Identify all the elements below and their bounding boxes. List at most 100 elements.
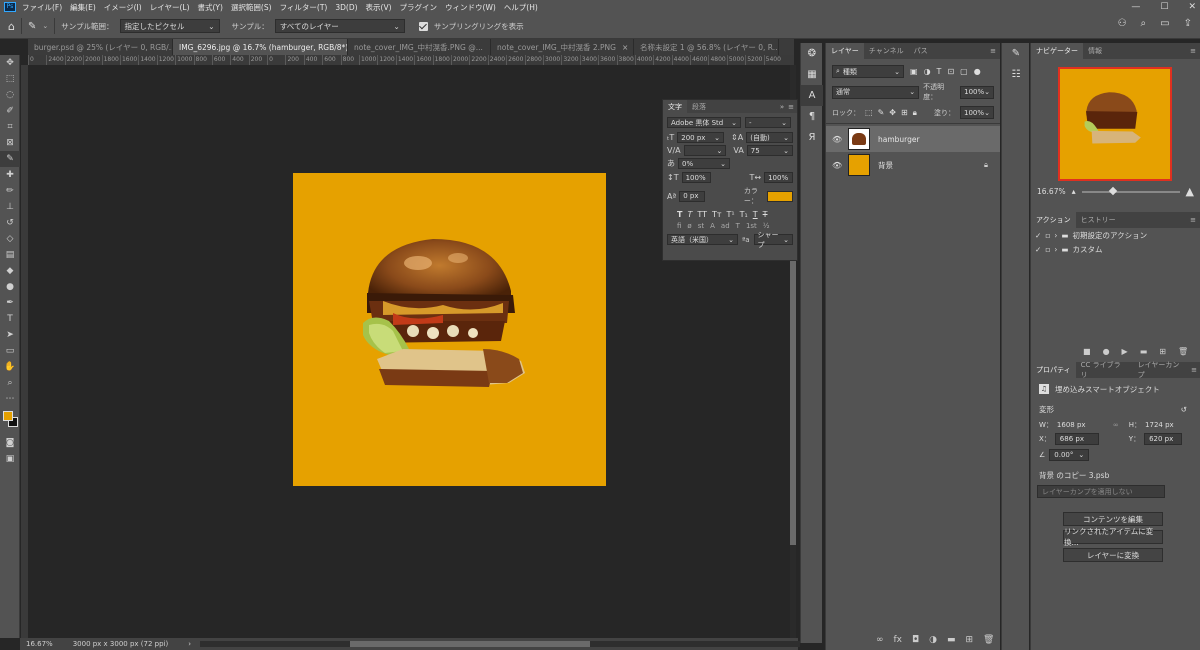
color-swatches[interactable] <box>0 407 19 435</box>
close-icon[interactable]: ✕ <box>1188 2 1196 12</box>
glyphs-icon[interactable]: Я <box>801 127 823 148</box>
slider-handle[interactable] <box>1108 186 1117 195</box>
visibility-eye-icon[interactable]: 👁︎ <box>832 161 842 170</box>
brush-settings-icon[interactable]: ✎ <box>1002 43 1030 64</box>
superscript-button[interactable]: T¹ <box>727 210 735 219</box>
tab-channels[interactable]: チャンネル <box>864 45 909 58</box>
fx-icon[interactable]: fx <box>894 635 903 645</box>
tab-character[interactable]: 文字 <box>663 100 687 113</box>
show-ring-checkbox[interactable] <box>418 21 428 31</box>
layer-comp-select[interactable]: レイヤーカンプを適用しない <box>1037 485 1165 498</box>
tab-paragraph[interactable]: 段落 <box>687 100 711 113</box>
pen-tool-icon[interactable]: ✒ <box>0 295 20 311</box>
path-select-tool-icon[interactable]: ➤ <box>0 327 20 343</box>
ligature-button[interactable]: fi <box>677 222 681 230</box>
eyedropper-tool-icon[interactable]: ✎ <box>0 151 20 167</box>
shape-tool-icon[interactable]: ▭ <box>0 343 20 359</box>
tab-info[interactable]: 情報 <box>1083 45 1107 58</box>
chevron-down-icon[interactable]: ⌄ <box>42 22 48 30</box>
stamp-tool-icon[interactable]: ⊥ <box>0 199 20 215</box>
angle-field[interactable]: 0.00° ⌄ <box>1049 449 1090 461</box>
doc-tab-3[interactable]: note_cover_IMG_中村滉香.PNG @...× <box>348 39 491 55</box>
width-value[interactable]: 1608 px <box>1057 421 1097 429</box>
play-icon[interactable]: ▶ <box>1122 347 1128 356</box>
sample-area-select[interactable]: 指定したピクセル ⌄ <box>119 19 220 33</box>
language-select[interactable]: 英語（米国） ⌄ <box>667 234 738 245</box>
menu-plugins[interactable]: プラグイン <box>400 2 438 13</box>
subscript-button[interactable]: T₁ <box>740 210 748 219</box>
grid-icon[interactable]: ▦ <box>801 64 823 85</box>
eyedropper-icon[interactable]: ✎ <box>28 21 36 32</box>
quick-mask-icon[interactable]: ◙ <box>0 435 20 451</box>
tab-actions[interactable]: アクション <box>1031 212 1076 228</box>
adjustment-layer-icon[interactable]: ◑ <box>929 635 937 645</box>
healing-tool-icon[interactable]: ✚ <box>0 167 20 183</box>
small-caps-button[interactable]: Tт <box>712 210 722 219</box>
document-canvas[interactable] <box>293 173 606 486</box>
tsume-field[interactable]: 0% ⌄ <box>678 158 730 169</box>
menu-help[interactable]: ヘルプ(H) <box>504 2 538 13</box>
tracking-field[interactable]: 75 ⌄ <box>746 145 793 156</box>
fill-field[interactable]: 100% ⌄ <box>960 106 994 119</box>
dialog-toggle-icon[interactable]: ▫ <box>1045 245 1050 254</box>
leading-field[interactable]: (自動) ⌄ <box>746 132 793 143</box>
dodge-tool-icon[interactable]: ● <box>0 279 20 295</box>
baseline-shift-field[interactable]: 0 px <box>679 190 705 202</box>
minimize-icon[interactable]: — <box>1131 2 1140 12</box>
text-color-swatch[interactable] <box>767 190 793 202</box>
font-size-field[interactable]: 200 px ⌄ <box>677 132 725 143</box>
eraser-tool-icon[interactable]: ◇ <box>0 231 20 247</box>
menu-layer[interactable]: レイヤー(L) <box>150 2 190 13</box>
zoom-in-icon[interactable]: ▲ <box>1186 185 1194 198</box>
crop-tool-icon[interactable]: ⌗ <box>0 119 20 135</box>
marquee-tool-icon[interactable]: ⬚ <box>0 71 20 87</box>
checkmark-icon[interactable]: ✓ <box>1035 231 1041 240</box>
tab-layers[interactable]: レイヤー <box>826 43 864 59</box>
menu-icon[interactable]: ≡ <box>1190 47 1196 55</box>
convert-to-layers-button[interactable]: レイヤーに変換 <box>1063 548 1163 562</box>
stop-icon[interactable]: ■ <box>1083 347 1091 356</box>
doc-tab-5[interactable]: 名称未設定 1 @ 56.8% (レイヤー 0, R...× <box>634 39 779 55</box>
lock-position-icon[interactable]: ✥ <box>889 108 896 117</box>
share-icon[interactable]: ⚇ <box>1118 18 1127 29</box>
trash-icon[interactable]: 🗑︎ <box>1178 347 1188 356</box>
doc-tab-4[interactable]: note_cover_IMG_中村滉香 2.PNG × <box>491 39 634 55</box>
add-mask-icon[interactable]: ◘ <box>912 635 919 645</box>
swash-button[interactable]: A <box>710 222 715 230</box>
convert-to-linked-button[interactable]: リンクされたアイテムに変換... <box>1063 527 1163 547</box>
horizontal-scale-field[interactable]: 100% <box>764 172 793 183</box>
tab-cc-libraries[interactable]: CC ライブラリ <box>1076 361 1133 379</box>
shape-filter-icon[interactable]: ⊡ <box>947 67 954 76</box>
menu-icon[interactable]: ≡ <box>990 47 996 55</box>
dialog-toggle-icon[interactable]: ▫ <box>1045 231 1050 240</box>
menu-3d[interactable]: 3D(D) <box>335 3 357 12</box>
menu-view[interactable]: 表示(V) <box>366 2 392 13</box>
layer-row-hamburger[interactable]: 👁︎ hamburger <box>826 126 1000 152</box>
faux-italic-button[interactable]: T <box>687 210 692 219</box>
menu-icon[interactable]: ≡ <box>1190 216 1196 224</box>
workspace-icon[interactable]: ▭ <box>1160 18 1169 29</box>
height-value[interactable]: 1724 px <box>1145 421 1174 429</box>
visibility-eye-icon[interactable]: 👁︎ <box>832 135 842 144</box>
trash-icon[interactable]: 🗑︎ <box>983 635 994 645</box>
adjustment-filter-icon[interactable]: ◑ <box>924 67 931 76</box>
menu-image[interactable]: イメージ(I) <box>104 2 142 13</box>
zoom-slider[interactable] <box>1081 186 1180 195</box>
tab-paths[interactable]: パス <box>909 45 933 58</box>
action-set-custom[interactable]: ✓ ▫ › ▬ カスタム <box>1031 242 1200 256</box>
navigator-preview[interactable] <box>1058 67 1172 181</box>
link-icon[interactable]: ∞ <box>1113 421 1119 429</box>
chevron-right-icon[interactable]: › <box>188 640 191 648</box>
lock-pixels-icon[interactable]: ✎ <box>878 108 885 117</box>
contextual-alt-button[interactable]: T <box>736 222 740 230</box>
chevron-right-icon[interactable]: › <box>1054 231 1057 240</box>
font-style-select[interactable]: - ⌄ <box>745 117 791 128</box>
ordinals-button[interactable]: 1st <box>746 222 757 230</box>
adjust-icon[interactable]: ☷ <box>1002 64 1030 85</box>
faux-bold-button[interactable]: T <box>677 210 682 219</box>
scrollbar-thumb[interactable] <box>790 255 796 545</box>
frame-tool-icon[interactable]: ⊠ <box>0 135 20 151</box>
lock-transparent-icon[interactable]: ⬚ <box>865 108 873 117</box>
home-icon[interactable]: ⌂ <box>8 20 15 33</box>
horizontal-scrollbar[interactable] <box>200 641 800 647</box>
